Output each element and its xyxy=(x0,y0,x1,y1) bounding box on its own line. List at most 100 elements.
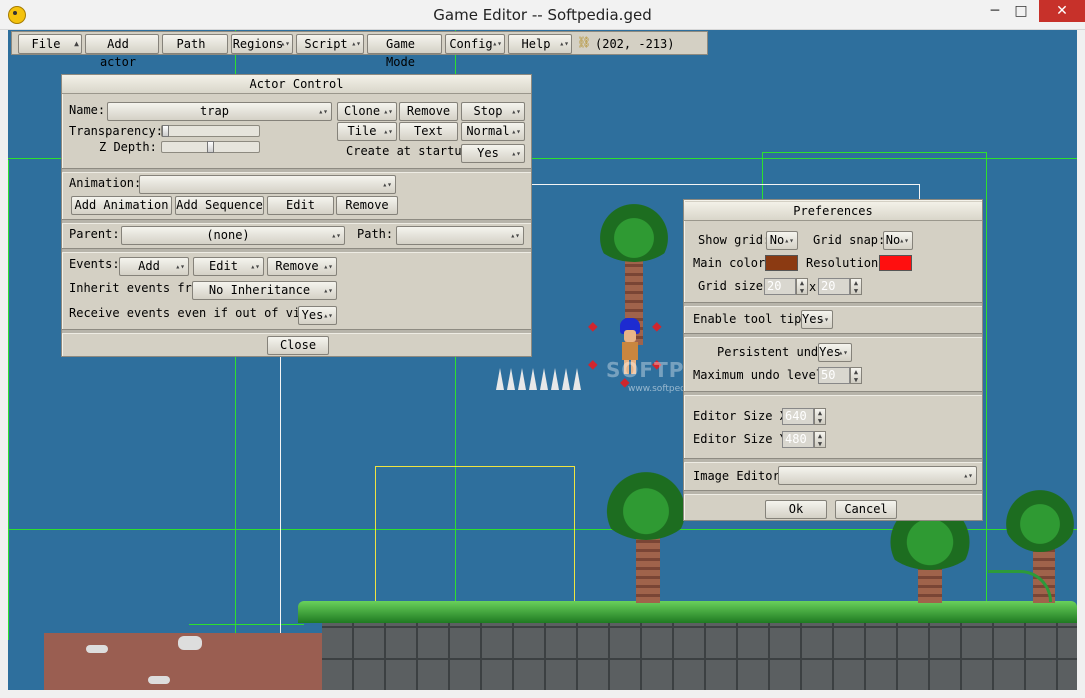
max-undo-field[interactable]: 50 xyxy=(818,367,850,384)
section-divider xyxy=(62,219,531,224)
editor-size-y-field[interactable]: 480 xyxy=(782,431,814,448)
create-startup-label: Create at startup: xyxy=(346,144,477,158)
events-label: Events: xyxy=(69,257,120,271)
parent-label: Parent: xyxy=(69,227,120,241)
animation-label: Animation: xyxy=(69,176,142,190)
region-border xyxy=(189,624,304,625)
grid-line-v xyxy=(8,160,9,640)
max-undo-spinner[interactable]: ▲ ▼ xyxy=(850,367,862,384)
tooltips-label: Enable tool tips: xyxy=(693,312,816,326)
section-divider xyxy=(684,458,982,463)
palm-tree[interactable] xyxy=(598,468,694,540)
grid-width-spinner[interactable]: ▲ ▼ xyxy=(796,278,808,295)
menu-game-mode[interactable]: Game Mode xyxy=(367,34,442,69)
show-grid-dropdown[interactable]: No ▴▾ xyxy=(766,231,798,250)
menu-path[interactable]: Path xyxy=(162,34,228,54)
menu-config[interactable]: Config ▴▾ xyxy=(445,34,505,54)
events-add-dropdown[interactable]: Add ▴▾ xyxy=(119,257,189,276)
grid-snap-dropdown[interactable]: No ▴▾ xyxy=(883,231,913,250)
transparency-label: Transparency: xyxy=(69,124,163,138)
normal-button[interactable]: Normal ▴▾ xyxy=(461,122,525,141)
close-actor-control-button[interactable]: Close xyxy=(267,336,329,355)
actor-control-panel: Actor Control Name: trap ▴▾ Transparency:… xyxy=(61,74,532,357)
section-divider xyxy=(684,490,982,495)
section-divider xyxy=(62,329,531,334)
grass-platform[interactable] xyxy=(298,601,1077,623)
ok-button[interactable]: Ok xyxy=(765,500,827,519)
skull-sprite[interactable] xyxy=(178,636,202,650)
menu-script[interactable]: Script ▴▾ xyxy=(296,34,364,54)
inherit-dropdown[interactable]: No Inheritance ▴▾ xyxy=(192,281,337,300)
preferences-panel: Preferences Show grid: No ▴▾ Grid snap: N… xyxy=(683,199,983,521)
persistent-undo-label: Persistent undo: xyxy=(717,345,833,359)
gem-sprite[interactable]: ◆ xyxy=(652,318,662,334)
region-border xyxy=(762,152,987,153)
grid-height-spinner[interactable]: ▲ ▼ xyxy=(850,278,862,295)
image-editor-dropdown[interactable]: ▴▾ xyxy=(778,466,977,485)
palm-tree[interactable] xyxy=(1003,482,1077,552)
grid-width-field[interactable]: 20 xyxy=(764,278,796,295)
palm-tree[interactable] xyxy=(591,202,677,262)
name-label: Name: xyxy=(69,103,106,117)
section-divider xyxy=(62,248,531,253)
chain-icon: ⛓ xyxy=(577,36,591,49)
tooltips-dropdown[interactable]: Yes ▴▾ xyxy=(801,310,833,329)
section-divider xyxy=(62,168,531,173)
events-edit-dropdown[interactable]: Edit ▴▾ xyxy=(193,257,264,276)
stone-ground[interactable] xyxy=(322,623,1077,690)
maximize-button[interactable]: □ xyxy=(1005,0,1037,22)
main-color-label: Main color: xyxy=(693,256,773,270)
events-remove-dropdown[interactable]: Remove ▴▾ xyxy=(267,257,337,276)
clone-button[interactable]: Clone ▴▾ xyxy=(337,102,397,121)
trap-spikes[interactable] xyxy=(496,368,596,392)
window-frame-left xyxy=(0,30,8,698)
create-startup-dropdown[interactable]: Yes ▴▾ xyxy=(461,144,525,163)
editor-size-y-label: Editor Size Y: xyxy=(693,432,795,446)
editor-size-x-spinner[interactable]: ▲ ▼ xyxy=(814,408,826,425)
edit-animation-button[interactable]: Edit xyxy=(267,196,334,215)
resolution-color-swatch[interactable] xyxy=(879,255,912,271)
menu-file[interactable]: File ▲ xyxy=(18,34,82,54)
cancel-button[interactable]: Cancel xyxy=(835,500,897,519)
menu-add-actor[interactable]: Add actor xyxy=(85,34,159,69)
editor-size-x-field[interactable]: 640 xyxy=(782,408,814,425)
text-button[interactable]: Text xyxy=(399,122,458,141)
bone-sprite[interactable] xyxy=(86,645,108,653)
section-divider xyxy=(684,333,982,338)
window-title: Game Editor -- Softpedia.ged xyxy=(433,6,652,24)
persistent-undo-dropdown[interactable]: Yes ▴▾ xyxy=(818,343,852,362)
main-color-swatch[interactable] xyxy=(765,255,798,271)
zdepth-slider[interactable] xyxy=(161,141,260,153)
remove-actor-button[interactable]: Remove xyxy=(399,102,458,121)
parent-dropdown[interactable]: (none) ▴▾ xyxy=(121,226,345,245)
transparency-slider[interactable] xyxy=(161,125,260,137)
preferences-title: Preferences xyxy=(684,202,982,221)
editor-size-y-spinner[interactable]: ▲ ▼ xyxy=(814,431,826,448)
receive-events-dropdown[interactable]: Yes ▴▾ xyxy=(298,306,337,325)
remove-animation-button[interactable]: Remove xyxy=(336,196,398,215)
actor-control-title: Actor Control xyxy=(62,75,531,94)
menu-regions[interactable]: Regions ▴▾ xyxy=(231,34,293,54)
section-divider xyxy=(684,391,982,396)
stop-button[interactable]: Stop ▴▾ xyxy=(461,102,525,121)
cursor-coords: (202, -213) xyxy=(595,37,675,51)
add-animation-button[interactable]: Add Animation xyxy=(71,196,172,215)
name-dropdown[interactable]: trap ▴▾ xyxy=(107,102,332,121)
animation-dropdown[interactable]: ▴▾ xyxy=(139,175,396,194)
grid-height-field[interactable]: 20 xyxy=(818,278,850,295)
resolution-label: Resolution: xyxy=(806,256,886,270)
tile-button[interactable]: Tile ▴▾ xyxy=(337,122,397,141)
window-frame-bottom xyxy=(0,690,1085,698)
add-sequence-button[interactable]: Add Sequence xyxy=(175,196,264,215)
path-label: Path: xyxy=(357,227,394,241)
region-border xyxy=(986,152,987,602)
close-window-button[interactable]: ✕ xyxy=(1039,0,1085,22)
section-divider xyxy=(684,302,982,307)
receive-events-label: Receive events even if out of vision: xyxy=(69,306,337,320)
bone-sprite[interactable] xyxy=(148,676,170,684)
gem-sprite[interactable]: ◆ xyxy=(588,318,598,334)
path-dropdown[interactable]: ▴▾ xyxy=(396,226,524,245)
menu-help[interactable]: Help ▴▾ xyxy=(508,34,572,54)
grid-x-label: x xyxy=(809,280,817,294)
window-frame-right xyxy=(1077,30,1085,698)
